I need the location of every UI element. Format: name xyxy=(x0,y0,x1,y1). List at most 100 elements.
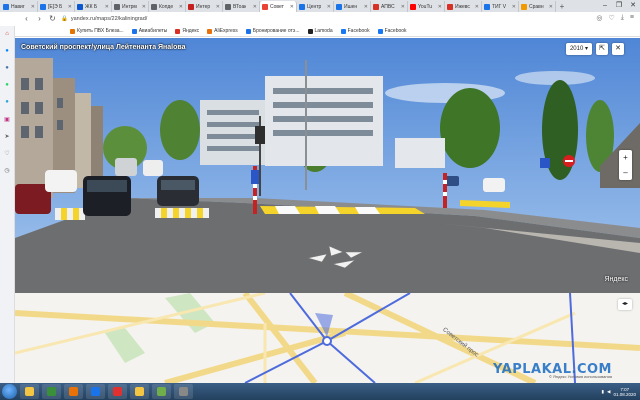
tab-close-icon[interactable]: ✕ xyxy=(401,4,405,10)
heart-sidebar-icon[interactable]: ♡ xyxy=(3,149,11,157)
tab-close-icon[interactable]: ✕ xyxy=(364,4,368,10)
app-icon xyxy=(179,387,188,396)
tab-2[interactable]: ЖК Б ✕ xyxy=(75,1,112,12)
bookmark-favicon-icon xyxy=(207,28,213,34)
tab-3[interactable]: Интрм ✕ xyxy=(112,1,149,12)
tab-10[interactable]: АПВС ✕ xyxy=(371,1,408,12)
tab-close-icon[interactable]: ✕ xyxy=(216,4,220,10)
volume-icon[interactable]: ◀ xyxy=(607,389,610,395)
tab-7[interactable]: Совет ✕ xyxy=(260,1,297,12)
close-icon[interactable]: ✕ xyxy=(626,0,640,12)
tab-14[interactable]: Сравн ✕ xyxy=(519,1,556,12)
zoom-out-button[interactable]: – xyxy=(619,165,632,180)
tab-close-icon[interactable]: ✕ xyxy=(179,4,183,10)
clock[interactable]: 7:07 01.08.2020 xyxy=(613,387,636,397)
network-icon[interactable]: ▮ xyxy=(602,389,604,395)
bookmark-5[interactable]: Lamoda xyxy=(307,28,333,34)
taskbar-app-2[interactable] xyxy=(64,384,83,399)
vk-icon[interactable]: ● xyxy=(3,64,11,72)
telegram-icon[interactable]: ● xyxy=(3,98,11,106)
bookmark-7[interactable]: Facebook xyxy=(377,28,407,34)
tab-favicon-icon xyxy=(225,3,231,10)
bookmark-6[interactable]: Facebook xyxy=(340,28,370,34)
close-panorama-button[interactable]: ✕ xyxy=(612,43,624,55)
tab-close-icon[interactable]: ✕ xyxy=(253,4,257,10)
map-expand-button[interactable]: ◂▸ xyxy=(618,299,632,310)
tab-close-icon[interactable]: ✕ xyxy=(327,4,331,10)
taskbar-app-3[interactable] xyxy=(86,384,105,399)
tab-favicon-icon xyxy=(373,3,379,10)
bookmark-1[interactable]: Авиабилеты xyxy=(131,28,168,34)
tab-5[interactable]: Интер ✕ xyxy=(186,1,223,12)
bookmark-label: Авиабилеты xyxy=(138,28,168,34)
taskbar-app-4[interactable] xyxy=(108,384,127,399)
bookmark-favicon-icon xyxy=(307,28,313,34)
taskbar-app-5[interactable] xyxy=(130,384,149,399)
tab-close-icon[interactable]: ✕ xyxy=(438,4,442,10)
tab-13[interactable]: ТИГ V ✕ xyxy=(482,1,519,12)
taskbar-app-6[interactable] xyxy=(152,384,171,399)
taskbar-app-7[interactable] xyxy=(174,384,193,399)
tab-close-icon[interactable]: ✕ xyxy=(475,4,479,10)
history-icon[interactable]: ◷ xyxy=(3,166,11,174)
bookmark-3[interactable]: AliExpress xyxy=(207,28,238,34)
messenger-icon[interactable]: ● xyxy=(3,47,11,55)
bookmark-label: AliExpress xyxy=(214,28,238,34)
tab-close-icon[interactable]: ✕ xyxy=(290,4,294,10)
heart-icon[interactable]: ♡ xyxy=(609,14,615,22)
taskbar-app-0[interactable] xyxy=(20,384,39,399)
tab-6[interactable]: ВТоак ✕ xyxy=(223,1,260,12)
start-button[interactable] xyxy=(2,384,17,399)
tab-8[interactable]: Центр ✕ xyxy=(297,1,334,12)
tab-12[interactable]: Ижевс ✕ xyxy=(445,1,482,12)
zoom-in-button[interactable]: + xyxy=(619,150,632,165)
taskbar-app-1[interactable] xyxy=(42,384,61,399)
tab-close-icon[interactable]: ✕ xyxy=(549,4,553,10)
tab-label: ЖК Б xyxy=(85,3,98,10)
bookmark-favicon-icon xyxy=(245,28,251,34)
tab-close-icon[interactable]: ✕ xyxy=(31,4,35,10)
maximize-icon[interactable]: ❐ xyxy=(612,0,626,12)
instagram-icon[interactable]: ▣ xyxy=(3,115,11,123)
bookmark-favicon-icon xyxy=(340,28,346,34)
forward-icon[interactable]: › xyxy=(35,14,44,24)
minimize-icon[interactable]: – xyxy=(598,0,612,12)
tab-close-icon[interactable]: ✕ xyxy=(105,4,109,10)
share-button[interactable]: ⇱ xyxy=(596,43,608,55)
bookmark-2[interactable]: Яндекс xyxy=(175,28,199,34)
menu-icon[interactable]: ≡ xyxy=(630,14,634,22)
url-text: yandex.ru/maps/22/kaliningrad/ xyxy=(70,16,148,22)
bookmark-0[interactable]: Купить ПВХ Блеза... xyxy=(70,28,124,34)
reload-icon[interactable]: ↻ xyxy=(48,14,57,24)
tab-1[interactable]: [Е]Э Б ✕ xyxy=(38,1,75,12)
new-tab-button[interactable]: + xyxy=(556,1,568,12)
download-icon[interactable]: ⤓ xyxy=(621,14,624,22)
url-field[interactable]: 🔒 yandex.ru/maps/22/kaliningrad/ xyxy=(61,14,580,24)
year-dropdown[interactable]: 2010 ▾ xyxy=(565,43,592,55)
tab-close-icon[interactable]: ✕ xyxy=(68,4,72,10)
panorama-scene xyxy=(15,38,640,293)
tab-close-icon[interactable]: ✕ xyxy=(512,4,516,10)
tab-0[interactable]: Навиг ✕ xyxy=(1,1,38,12)
tab-label: ВТоак xyxy=(233,3,247,10)
tab-favicon-icon xyxy=(114,3,120,10)
tab-11[interactable]: YouTu ✕ xyxy=(408,1,445,12)
home-icon[interactable]: ⌂ xyxy=(3,30,11,38)
tab-4[interactable]: Копде ✕ xyxy=(149,1,186,12)
bookmark-4[interactable]: Бронирование отэ... xyxy=(245,28,300,34)
tab-favicon-icon xyxy=(410,3,416,10)
back-icon[interactable]: ‹ xyxy=(22,14,31,24)
tab-label: Центр xyxy=(307,3,322,10)
tab-9[interactable]: Ишен ✕ xyxy=(334,1,371,12)
camera-icon[interactable]: ◎ xyxy=(596,14,602,22)
bookmark-favicon-icon xyxy=(131,28,137,34)
app-icon xyxy=(47,387,56,396)
tab-label: [Е]Э Б xyxy=(48,3,63,10)
street-panorama[interactable]: Советский проспект/улица Лейтенанта Янаl… xyxy=(15,38,640,293)
send-icon[interactable]: ➤ xyxy=(3,132,11,140)
tabs-container: Навиг ✕ [Е]Э Б ✕ ЖК Б ✕ Интрм ✕ Копде ✕ Интер ✕ ВТоа… xyxy=(1,1,556,12)
bookmarks-bar: Купить ПВХ Блеза... Авиабилеты Яндекс AliEx… xyxy=(0,26,640,37)
tab-label: Сравн xyxy=(529,3,544,10)
whatsapp-icon[interactable]: ● xyxy=(3,81,11,89)
tab-close-icon[interactable]: ✕ xyxy=(142,4,146,10)
